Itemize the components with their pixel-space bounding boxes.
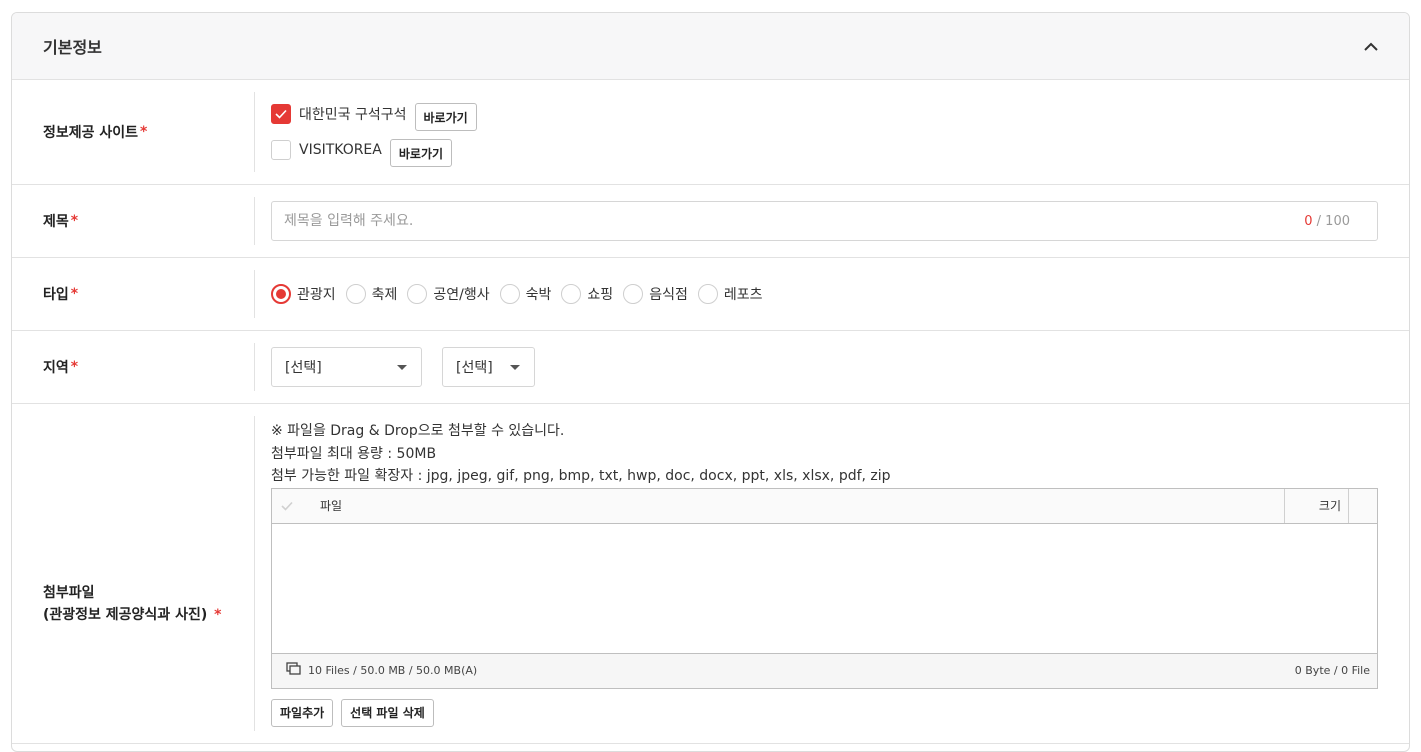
file-upload-table[interactable]: 파일 크기 10 Files / 50.0 MB / 50.0 MB(A) 0 …: [271, 487, 1378, 689]
area-select-secondary[interactable]: [선택]: [442, 347, 535, 387]
title-row: 제목* 0 / 100: [12, 185, 1409, 258]
file-column-header: 파일: [320, 499, 343, 513]
site-checkbox-visitkorea[interactable]: [271, 140, 291, 160]
char-counter: 0 / 100: [1304, 213, 1350, 229]
radio-button[interactable]: [345, 284, 366, 304]
area-row: 지역 * [선택] [선택]: [12, 331, 1409, 404]
radio-button[interactable]: [271, 284, 291, 304]
site-name: 대한민국 구석구석: [299, 107, 407, 123]
radio-button[interactable]: [623, 284, 644, 304]
radio-item[interactable]: 숙박: [499, 284, 551, 304]
site-name: VISITKOREA: [299, 142, 382, 158]
site-item-visitkorea: VISITKOREA 바로가기: [271, 135, 477, 167]
site-item-korea: 대한민국 구석구석 바로가기: [271, 99, 477, 131]
file-table-footer: 10 Files / 50.0 MB / 50.0 MB(A) 0 Byte /…: [272, 652, 1377, 688]
delete-selected-files-button[interactable]: 선택 파일 삭제: [341, 698, 434, 727]
chevron-up-icon[interactable]: [1361, 36, 1381, 56]
radio-item[interactable]: 레포츠: [697, 284, 762, 304]
title-input[interactable]: [284, 213, 1305, 229]
panel-header[interactable]: 기본정보: [12, 13, 1409, 80]
type-row: 타입 * 관광지 축제 공연/행사 숙박 쇼핑 음식점 레포츠: [12, 258, 1409, 331]
shortcut-button-korea[interactable]: 바로가기: [414, 103, 477, 131]
radio-button[interactable]: [561, 284, 582, 304]
radio-button[interactable]: [499, 284, 520, 304]
site-list: 대한민국 구석구석 바로가기 VISITKOREA 바로가기: [271, 99, 477, 167]
select-all-checkbox[interactable]: [272, 489, 302, 523]
site-checkbox-korea[interactable]: [271, 104, 291, 124]
copy-icon: [286, 662, 302, 679]
file-row-label: 첨부파일 (관광정보 제공양식과 사진) *: [12, 404, 255, 743]
add-file-button[interactable]: 파일추가: [271, 698, 334, 727]
radio-item[interactable]: 음식점: [623, 284, 688, 304]
type-radio-group: 관광지 축제 공연/행사 숙박 쇼핑 음식점 레포츠: [271, 284, 772, 304]
area-row-label: 지역 *: [12, 331, 255, 403]
size-column-header: 크기: [1284, 488, 1348, 523]
title-row-label: 제목 *: [12, 185, 255, 257]
caret-down-icon: [510, 364, 520, 370]
radio-item[interactable]: 축제: [345, 284, 397, 304]
title-field: 0 / 100: [271, 201, 1378, 241]
panel-title: 기본정보: [43, 38, 102, 57]
site-row: 정보제공 사이트 * 대한민국 구석구석 바로가기 VISITKOREA 바로가기: [12, 80, 1409, 185]
type-row-label: 타입 *: [12, 258, 255, 330]
radio-button[interactable]: [407, 284, 428, 304]
file-table-header: 파일 크기: [272, 488, 1377, 524]
shortcut-button-visitkorea[interactable]: 바로가기: [389, 139, 453, 167]
file-notes: ※ 파일을 Drag & Drop으로 첨부할 수 있습니다. 첨부파일 최대 …: [271, 423, 891, 484]
file-row: 첨부파일 (관광정보 제공양식과 사진) * ※ 파일을 Drag & Drop…: [12, 404, 1409, 744]
site-row-label: 정보제공 사이트 *: [12, 80, 255, 184]
file-drop-zone[interactable]: [272, 523, 1377, 653]
basic-info-panel: 기본정보 정보제공 사이트 * 대한민국 구석구석 바로가기 VISITKOREA: [11, 12, 1410, 752]
caret-down-icon: [397, 364, 407, 370]
radio-item[interactable]: 쇼핑: [561, 284, 613, 304]
radio-item[interactable]: 공연/행사: [407, 284, 490, 304]
area-select-primary[interactable]: [선택]: [271, 347, 422, 387]
radio-item[interactable]: 관광지: [271, 284, 336, 304]
radio-button[interactable]: [697, 284, 718, 304]
